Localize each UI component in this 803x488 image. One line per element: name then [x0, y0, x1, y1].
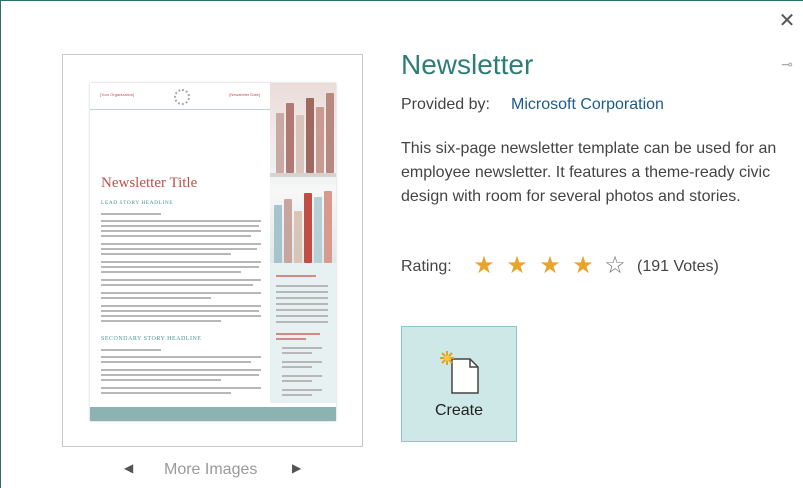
doc-lead-headline: LEAD STORY HEADLINE — [101, 200, 174, 206]
triangle-right-icon[interactable]: ▶ — [292, 461, 301, 475]
bookshelf-photo — [270, 83, 336, 263]
doc-secondary-headline: SECONDARY STORY HEADLINE — [101, 336, 202, 342]
more-images-label[interactable]: More Images — [164, 461, 257, 479]
pin-icon[interactable]: ⊸ — [777, 56, 797, 72]
star-empty-icon: ☆ — [604, 252, 626, 279]
doc-footer-band — [90, 407, 336, 421]
create-label: Create — [434, 402, 484, 419]
create-button[interactable]: Create — [401, 326, 517, 442]
triangle-left-icon[interactable]: ◀ — [124, 461, 133, 475]
doc-header-right: [Newsletter Date] — [229, 92, 260, 97]
star-filled-icon: ★ — [473, 252, 495, 279]
rating-label: Rating: — [401, 258, 452, 275]
template-title: Newsletter — [401, 49, 534, 80]
new-document-icon — [440, 351, 479, 394]
star-filled-icon: ★ — [506, 252, 528, 279]
star-filled-icon: ★ — [539, 252, 561, 279]
doc-header-left: [Your Organization] — [100, 92, 135, 97]
votes-count: (191 Votes) — [637, 258, 719, 275]
newsletter-thumbnail: [Your Organization] [Newsletter Date] Ne… — [90, 83, 336, 421]
star-filled-icon: ★ — [572, 252, 594, 279]
template-preview-dialog: ✕ ⊸ [Your Organization] [Newsletter Date… — [0, 0, 803, 488]
close-icon[interactable]: ✕ — [777, 11, 797, 31]
doc-title: Newsletter Title — [101, 175, 198, 191]
doc-sidebar — [270, 263, 336, 403]
provider-link[interactable]: Microsoft Corporation — [511, 96, 664, 114]
provided-by-label: Provided by: — [401, 96, 490, 113]
template-description: This six-page newsletter template can be… — [401, 140, 777, 205]
doc-logo-placeholder — [174, 89, 190, 105]
more-images-nav: ◀ More Images ▶ — [119, 459, 311, 481]
template-preview: [Your Organization] [Newsletter Date] Ne… — [62, 54, 363, 447]
